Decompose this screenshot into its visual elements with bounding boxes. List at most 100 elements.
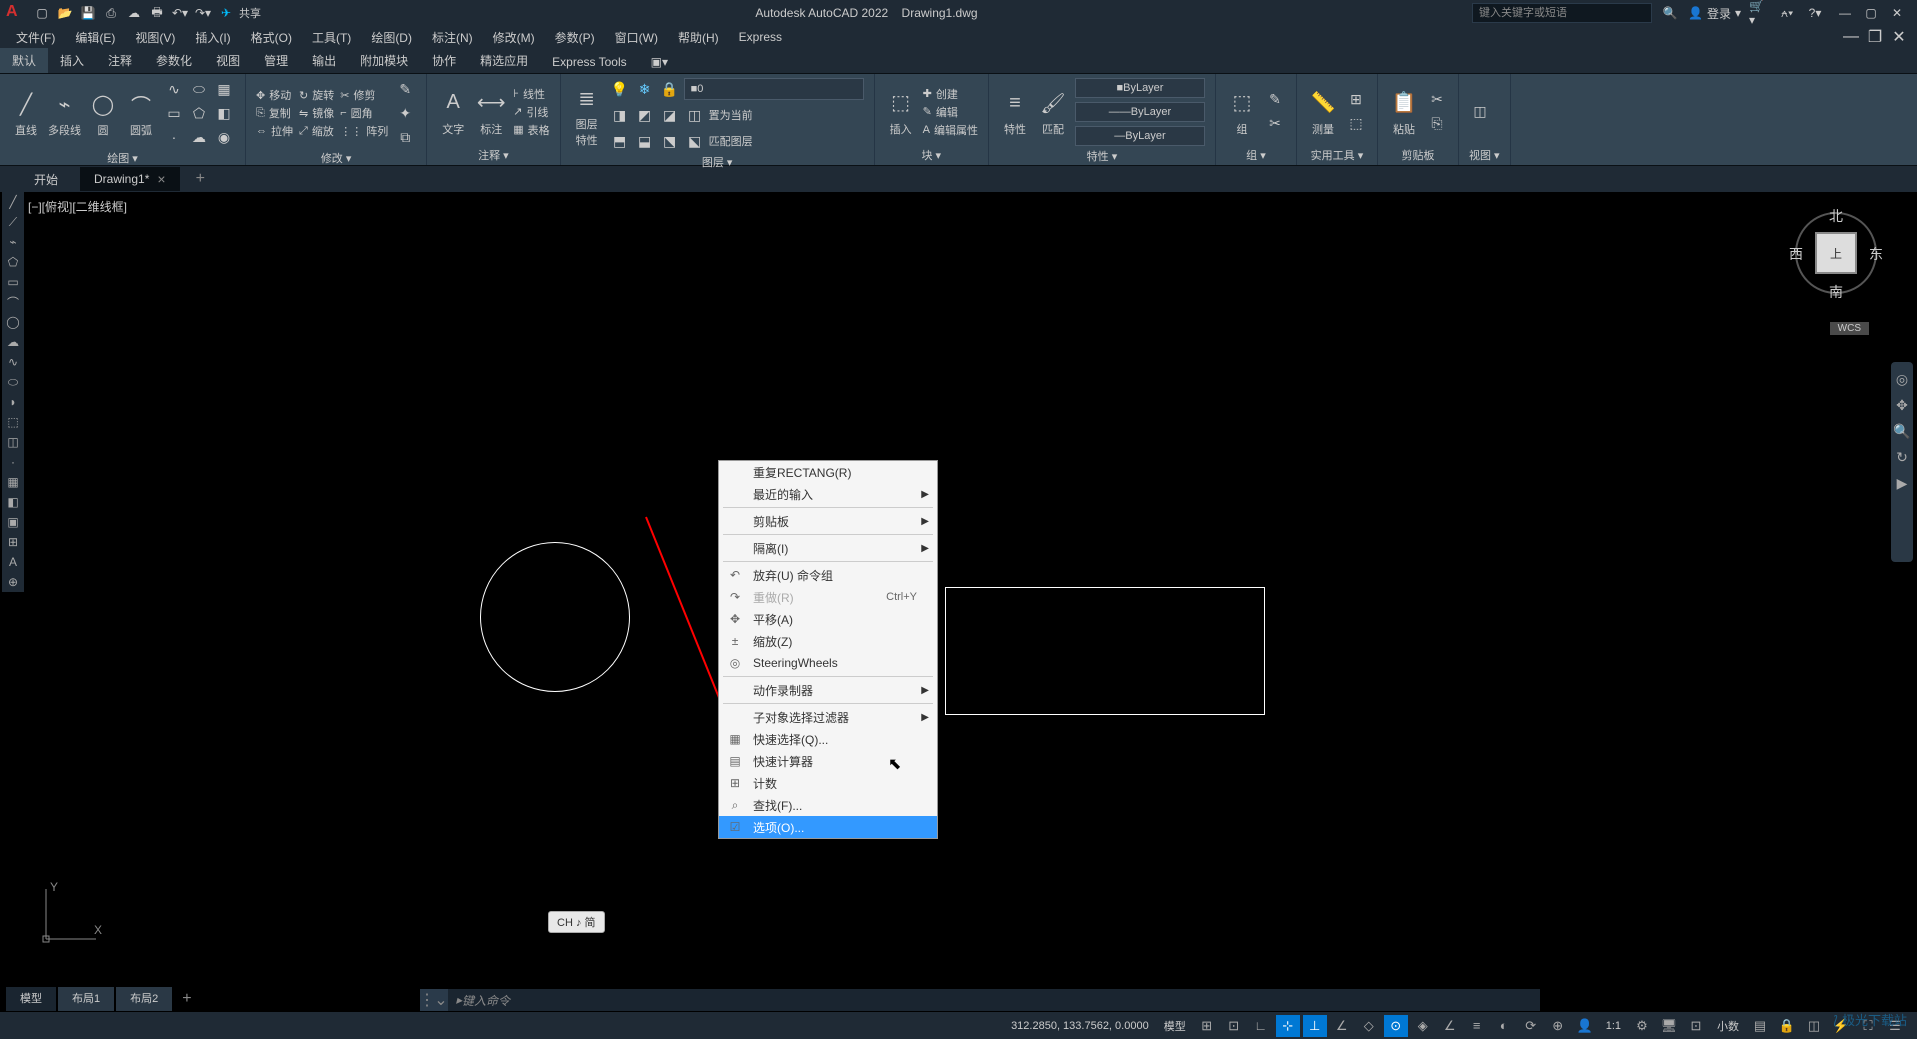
save-icon[interactable]: 💾 [78, 3, 98, 23]
tool-paste[interactable]: 📋粘贴 [1388, 87, 1420, 137]
cmdline-input[interactable]: ▸ 键入命令 [448, 989, 1540, 1011]
doc-close-button[interactable]: ✕ [1887, 27, 1911, 47]
ribbon-tab-featured[interactable]: 精选应用 [468, 48, 540, 73]
util-calc-icon[interactable]: ⊞ [1345, 89, 1367, 111]
tool-addselected-icon[interactable]: ⊕ [2, 572, 24, 592]
ctx-item[interactable]: 剪贴板▶ [719, 510, 937, 532]
drawing-rectangle[interactable] [945, 587, 1265, 715]
tool-erase-icon[interactable]: ✎ [394, 78, 416, 100]
tool-poly-icon[interactable]: ⬠ [2, 252, 24, 272]
status-iso-icon[interactable]: ◇ [1357, 1015, 1381, 1037]
ctx-item[interactable]: ▤快速计算器 [719, 750, 937, 772]
linetype-bylayer-combo[interactable]: —— ByLayer [1075, 102, 1205, 122]
tool-offset-icon[interactable]: ⧉ [394, 126, 416, 148]
clip-cut-icon[interactable]: ✂ [1426, 89, 1448, 111]
nav-zoom-icon[interactable]: 🔍 [1893, 422, 1911, 440]
panel-label-layer[interactable]: 图层 ▾ [571, 152, 864, 172]
nav-showmotion-icon[interactable]: ▶ [1893, 474, 1911, 492]
menu-dimension[interactable]: 标注(N) [422, 27, 483, 48]
ctx-item[interactable]: ◎SteeringWheels [719, 652, 937, 674]
share-icon[interactable]: ✈ [216, 3, 236, 23]
ctx-item[interactable]: 重复RECTANG(R) [719, 461, 937, 483]
file-tab-start[interactable]: 开始 [20, 167, 72, 192]
close-button[interactable]: ✕ [1885, 3, 1909, 23]
menu-tools[interactable]: 工具(T) [302, 27, 361, 48]
tool-text[interactable]: A文字 [437, 87, 469, 137]
panel-label-modify[interactable]: 修改 ▾ [256, 148, 416, 168]
undo-icon[interactable]: ↶▾ [170, 3, 190, 23]
layer-iso-icon[interactable]: ◨ [609, 104, 631, 126]
tool-arc2-icon[interactable]: ⌒ [2, 292, 24, 312]
status-transparency-icon[interactable]: ◐ [1492, 1015, 1516, 1037]
status-lockui-icon[interactable]: 🔒 [1775, 1015, 1799, 1037]
layer-merge-icon[interactable]: ⬒ [609, 130, 631, 152]
tool-hatch2-icon[interactable]: ▦ [2, 472, 24, 492]
status-snap-icon[interactable]: ⊡ [1222, 1015, 1246, 1037]
panel-label-util[interactable]: 实用工具 ▾ [1307, 145, 1367, 165]
tool-ellipse2-icon[interactable]: ⬭ [2, 372, 24, 392]
layer-lock-icon[interactable]: 🔒 [659, 78, 681, 100]
ctx-item[interactable]: ▦快速选择(Q)... [719, 728, 937, 750]
tool-leader[interactable]: ↗ 引线 [513, 104, 549, 120]
app-logo-icon[interactable]: A [6, 3, 26, 23]
color-bylayer-combo[interactable]: ■ ByLayer [1075, 78, 1205, 98]
ctx-item[interactable]: ↶放弃(U) 命令组 [719, 564, 937, 586]
tool-mirror[interactable]: ⇋ 镜像 [299, 105, 334, 121]
tool-dimension[interactable]: ⟷标注 [475, 87, 507, 137]
menu-format[interactable]: 格式(O) [241, 27, 302, 48]
view-base-icon[interactable]: ◫ [1469, 101, 1491, 123]
tool-props[interactable]: ≡特性 [999, 87, 1031, 137]
ctx-item[interactable]: ⌕查找(F)... [719, 794, 937, 816]
panel-label-block[interactable]: 块 ▾ [885, 145, 978, 165]
maximize-button[interactable]: ▢ [1859, 3, 1883, 23]
clip-copy-icon[interactable]: ⎘ [1426, 113, 1448, 135]
autodesk-app-icon[interactable]: ⍲▾ [1777, 3, 1797, 23]
web-icon[interactable]: ☁ [124, 3, 144, 23]
plot-icon[interactable]: 🖶 [147, 3, 167, 23]
status-workspace-icon[interactable]: ⚙ [1630, 1015, 1654, 1037]
tab-model[interactable]: 模型 [6, 987, 56, 1011]
tool-linear[interactable]: ⊦ 线性 [513, 86, 549, 102]
file-tab-close-icon[interactable]: × [157, 171, 165, 187]
tool-circle[interactable]: ◯圆 [87, 88, 119, 138]
doc-minimize-button[interactable]: — [1839, 27, 1863, 47]
search-icon[interactable]: 🔍 [1660, 3, 1680, 23]
ribbon-tab-default[interactable]: 默认 [0, 48, 48, 73]
tool-stretch[interactable]: ⇔ 拉伸 [256, 123, 293, 139]
tool-polygon-icon[interactable]: ⬠ [188, 102, 210, 124]
menu-file[interactable]: 文件(F) [6, 27, 65, 48]
layer-thaw-icon[interactable]: ◪ [659, 104, 681, 126]
tool-region-icon[interactable]: ◧ [213, 102, 235, 124]
minimize-button[interactable]: — [1833, 3, 1857, 23]
login-button[interactable]: 👤 登录 ▾ [1688, 5, 1741, 22]
viewcube[interactable]: 上 北 南 西 东 [1781, 202, 1891, 322]
ribbon-tab-insert[interactable]: 插入 [48, 48, 96, 73]
layer-unlock-icon[interactable]: ◫ [684, 104, 706, 126]
command-line[interactable]: ⋮ ⌄ ▸ 键入命令 [420, 989, 1540, 1011]
tool-circle2-icon[interactable]: ◯ [2, 312, 24, 332]
menu-parametric[interactable]: 参数(P) [545, 27, 605, 48]
viewcube-west[interactable]: 西 [1789, 244, 1803, 264]
tool-revcloud2-icon[interactable]: ☁ [2, 332, 24, 352]
layer-walk-icon[interactable]: ⬕ [684, 130, 706, 152]
tool-explode-icon[interactable]: ✦ [394, 102, 416, 124]
ctx-item[interactable]: 动作录制器▶ [719, 679, 937, 701]
tab-add-button[interactable]: + [174, 987, 199, 1011]
layer-freeze-icon[interactable]: ❄ [634, 78, 656, 100]
tool-fillet[interactable]: ⌐ 圆角 [340, 105, 388, 121]
file-tab-drawing1[interactable]: Drawing1* × [80, 167, 180, 191]
layer-off-icon[interactable]: ◩ [634, 104, 656, 126]
panel-label-view[interactable]: 视图 ▾ [1469, 145, 1500, 165]
menu-help[interactable]: 帮助(H) [668, 27, 729, 48]
layer-on-icon[interactable]: 💡 [609, 78, 631, 100]
status-dyninput-icon[interactable]: ⊹ [1276, 1015, 1300, 1037]
new-icon[interactable]: ▢ [32, 3, 52, 23]
lineweight-bylayer-combo[interactable]: — ByLayer [1075, 126, 1205, 146]
tool-rect-icon[interactable]: ▭ [163, 102, 185, 124]
menu-draw[interactable]: 绘图(D) [361, 27, 422, 48]
ctx-item[interactable]: 隔离(I)▶ [719, 537, 937, 559]
status-otrack-icon[interactable]: ∠ [1438, 1015, 1462, 1037]
viewcube-top-face[interactable]: 上 [1815, 232, 1857, 274]
tool-copy[interactable]: ⎘ 复制 [256, 105, 293, 121]
ctx-item[interactable]: ±缩放(Z) [719, 630, 937, 652]
